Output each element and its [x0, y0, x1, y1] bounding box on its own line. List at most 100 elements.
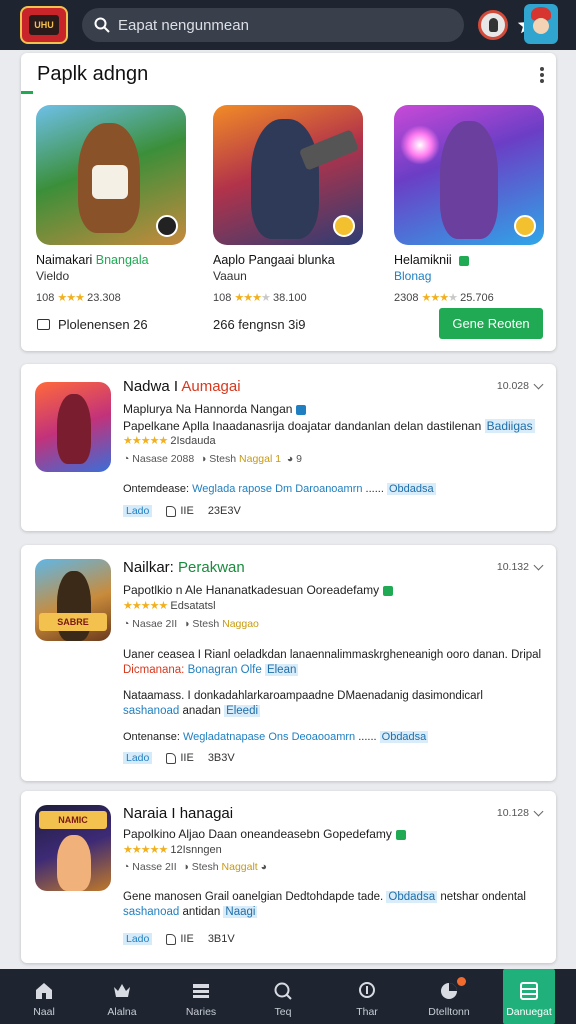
game-tile[interactable]: Naimakari Bnangala Vieldo 108 ★★★ 23.308 — [36, 105, 186, 304]
title-underline — [21, 91, 33, 94]
rating-count: 108 — [36, 292, 55, 304]
rating-count: 2308 — [394, 292, 419, 304]
more-options-icon[interactable] — [540, 67, 544, 83]
item-actions: Lado IIE 3B1V — [123, 933, 235, 945]
section-link[interactable]: Weglada rapose Dm Daroanoamrn — [192, 483, 362, 495]
crown-icon — [114, 984, 130, 997]
game-art — [213, 105, 363, 245]
like-button[interactable]: Lado — [123, 505, 153, 517]
paragraph-tag[interactable]: Obdadsa — [386, 891, 438, 903]
item-paragraph-links: sashanoad antidan Naagi — [123, 906, 258, 918]
section-tag[interactable]: Obdadsa — [379, 731, 429, 743]
download-count: 38.100 — [272, 292, 307, 304]
comment-button[interactable]: IIE — [166, 505, 194, 517]
section-tag[interactable]: Obdadsa — [386, 483, 436, 495]
item-actions: Lado IIE 23E3V — [123, 505, 241, 517]
search-placeholder: Eapat nengunmean — [118, 17, 249, 34]
list-icon — [193, 984, 209, 998]
get-game-button[interactable]: Gene Reoten — [439, 308, 543, 339]
game-art — [36, 105, 186, 245]
nav-label: Alalna — [107, 1006, 137, 1018]
game-rating: 108 ★★★ 23.308 — [36, 291, 121, 304]
description-link[interactable]: Badiigas — [484, 419, 535, 433]
chat-icon — [37, 319, 50, 330]
verified-icon — [395, 829, 406, 840]
item-time[interactable]: 10.028 — [497, 379, 544, 392]
comments-link[interactable]: Plolenensen 26 — [37, 317, 148, 332]
paragraph-tag[interactable]: Eleedi — [224, 705, 261, 717]
app-logo[interactable]: UHU — [20, 6, 68, 44]
like-button[interactable]: Lado — [123, 752, 153, 764]
profile-icon[interactable] — [478, 10, 508, 40]
game-thumbnail: SABRE — [35, 559, 111, 641]
comment-button[interactable]: IIE — [166, 752, 194, 764]
like-icon — [166, 505, 177, 517]
pie-icon — [441, 983, 457, 999]
chevron-down-icon — [533, 560, 544, 571]
paragraph-tag[interactable]: Naagi — [223, 906, 258, 918]
nav-rankings[interactable]: Alalna — [87, 969, 157, 1024]
item-actions: Lado IIE 3B3V — [123, 752, 235, 764]
rating-stars: ★★★ — [57, 292, 85, 304]
section-link[interactable]: Wegladatnapase Ons Deoaooamrn — [183, 731, 355, 743]
game-sub: Vieldo — [36, 269, 70, 283]
item-description: Papelkane Aplla Inaadanasrija doajatar d… — [123, 419, 535, 433]
featured-stat: 266 fengnsn 3i9 — [213, 317, 306, 332]
thumb-logo: NAMIC — [39, 811, 107, 829]
game-tile[interactable]: Aaplo Pangaai blunka Vaaun 108 ★★★★ 38.1… — [213, 105, 363, 304]
item-paragraph: Uaner ceasea I Rianl oeladkdan lanaennal… — [123, 649, 542, 661]
nav-search[interactable]: Teq — [248, 969, 318, 1024]
avatar[interactable] — [524, 4, 558, 44]
rating-stars: ★★★★ — [421, 292, 458, 304]
nav-explore[interactable]: Thar — [332, 969, 402, 1024]
game-tag: blunka — [297, 253, 335, 267]
item-time[interactable]: 10.132 — [497, 560, 544, 573]
item-rating: ★★★★★ 2Isdauda — [123, 435, 216, 447]
nav-label: Thar — [356, 1006, 378, 1018]
badge-icon — [514, 215, 536, 237]
search-bar[interactable]: Eapat nengunmean — [82, 8, 537, 42]
featured-card: Paplk adngn Naimakari Bnangala Vieldo 10… — [21, 53, 556, 351]
nav-series[interactable]: Naries — [166, 969, 236, 1024]
game-sub: Blonag — [394, 269, 432, 283]
featured-title: Paplk adngn — [37, 63, 149, 85]
rating-stars: ★★★★ — [234, 292, 270, 304]
game-name: Helamiknii — [394, 253, 452, 267]
magnify-icon — [359, 982, 375, 998]
verified-icon — [296, 404, 307, 415]
item-subtitle: Maplurya Na Hannorda Nangan — [123, 402, 307, 416]
item-paragraph: Nataamass. I donkadahlarkaroampaadne DMa… — [123, 690, 483, 702]
nav-library[interactable]: Danuegat — [503, 969, 555, 1024]
item-rating: ★★★★★ 12Isnngen — [123, 844, 222, 856]
paragraph-link[interactable]: sashanoad — [123, 906, 179, 918]
item-paragraph-links: Dicmanana: Bonagran Olfe Elean — [123, 664, 299, 676]
download-count: 23.308 — [87, 292, 121, 304]
item-rating: ★★★★★ Edsatatsl — [123, 600, 216, 612]
bottom-navigation: Naal Alalna Naries Teq Thar Dtelltonn Da… — [0, 969, 576, 1024]
search-icon — [274, 982, 292, 1000]
comment-button[interactable]: IIE — [166, 933, 194, 945]
list-item[interactable]: Nadwa I Aumagai 10.028 Maplurya Na Hanno… — [21, 364, 556, 531]
game-thumbnail: NAMIC — [35, 805, 111, 891]
like-icon — [166, 933, 177, 945]
nav-activity[interactable]: Dtelltonn — [414, 969, 484, 1024]
nav-label: Danuegat — [506, 1006, 552, 1018]
item-meta: ◔ Nasse 2II ◑ Stesh Naggalt ◕ — [123, 861, 267, 873]
list-item[interactable]: SABRE Nailkar: Perakwan 10.132 Papotlkio… — [21, 545, 556, 781]
like-button[interactable]: Lado — [123, 933, 153, 945]
item-time[interactable]: 10.128 — [497, 806, 544, 819]
thumb-logo: SABRE — [39, 613, 107, 631]
paragraph-tag[interactable]: Elean — [264, 664, 299, 676]
logo-text: UHU — [29, 15, 59, 35]
top-app-bar: UHU Eapat nengunmean — [0, 0, 576, 50]
search-icon — [94, 17, 110, 33]
game-tile[interactable]: Helamiknii Blonag 2308 ★★★★ 25.706 — [394, 105, 544, 304]
list-item[interactable]: NAMIC Naraia I hanagai 10.128 Papolkino … — [21, 791, 556, 963]
rating-count: 108 — [213, 292, 232, 304]
paragraph-link[interactable]: Bonagran Olfe — [188, 664, 262, 676]
item-paragraph: Gene manosen Grail oanelgian Dedtohdapde… — [123, 891, 526, 903]
item-section: Ontemdease: Weglada rapose Dm Daroanoamr… — [123, 483, 436, 495]
paragraph-link[interactable]: sashanoad — [123, 705, 179, 717]
game-art — [394, 105, 544, 245]
nav-home[interactable]: Naal — [9, 969, 79, 1024]
